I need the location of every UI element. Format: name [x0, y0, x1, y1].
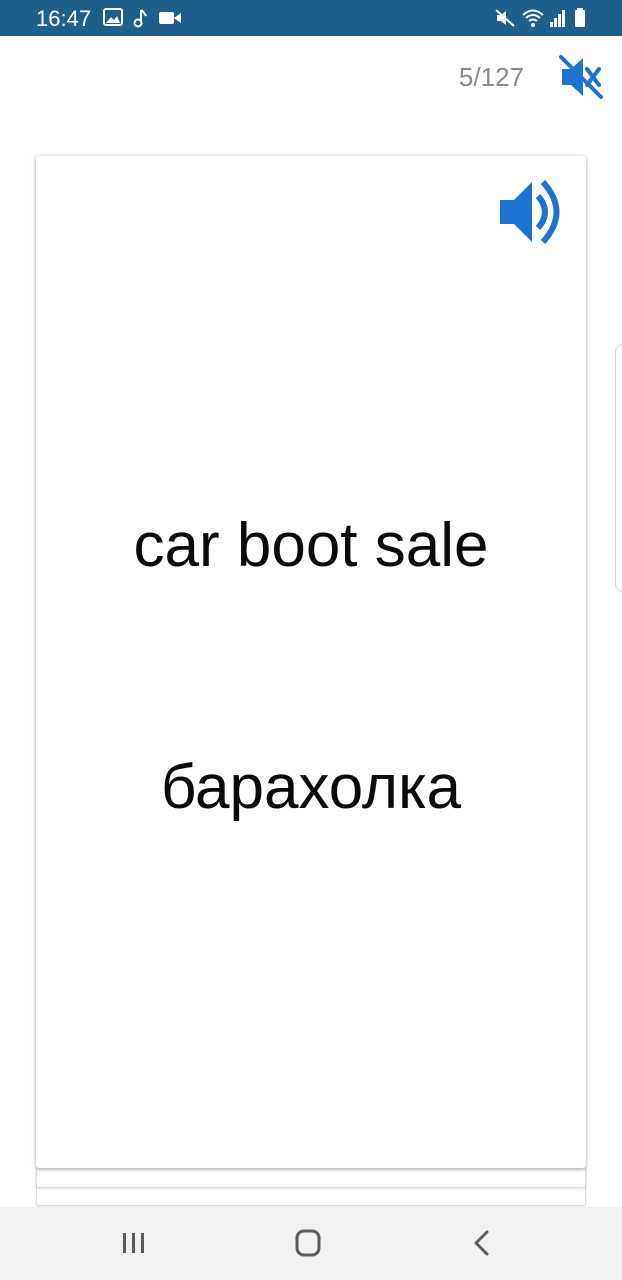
signal-icon [549, 8, 567, 33]
battery-icon [574, 8, 586, 33]
wifi-icon [521, 8, 545, 33]
back-icon[interactable] [462, 1225, 502, 1261]
speaker-muted-icon[interactable] [558, 54, 604, 100]
vibrate-mute-icon [494, 8, 516, 33]
speaker-icon[interactable] [496, 176, 568, 248]
card-front-term: car boot sale [133, 511, 489, 580]
status-bar: 16:47 [0, 0, 622, 36]
card-stack-layer [36, 1168, 586, 1188]
flashcard[interactable]: car boot sale барахолка [36, 156, 586, 1168]
next-card-peek[interactable] [615, 344, 622, 592]
card-counter: 5/127 [458, 62, 524, 92]
recents-icon[interactable] [114, 1225, 154, 1261]
system-nav-bar [0, 1207, 622, 1280]
home-icon[interactable] [288, 1225, 328, 1261]
image-icon [103, 8, 123, 31]
card-back-translation: барахолка [160, 753, 462, 822]
video-camera-icon [158, 10, 182, 31]
status-time: 16:47 [36, 6, 92, 31]
music-note-icon [133, 8, 149, 33]
